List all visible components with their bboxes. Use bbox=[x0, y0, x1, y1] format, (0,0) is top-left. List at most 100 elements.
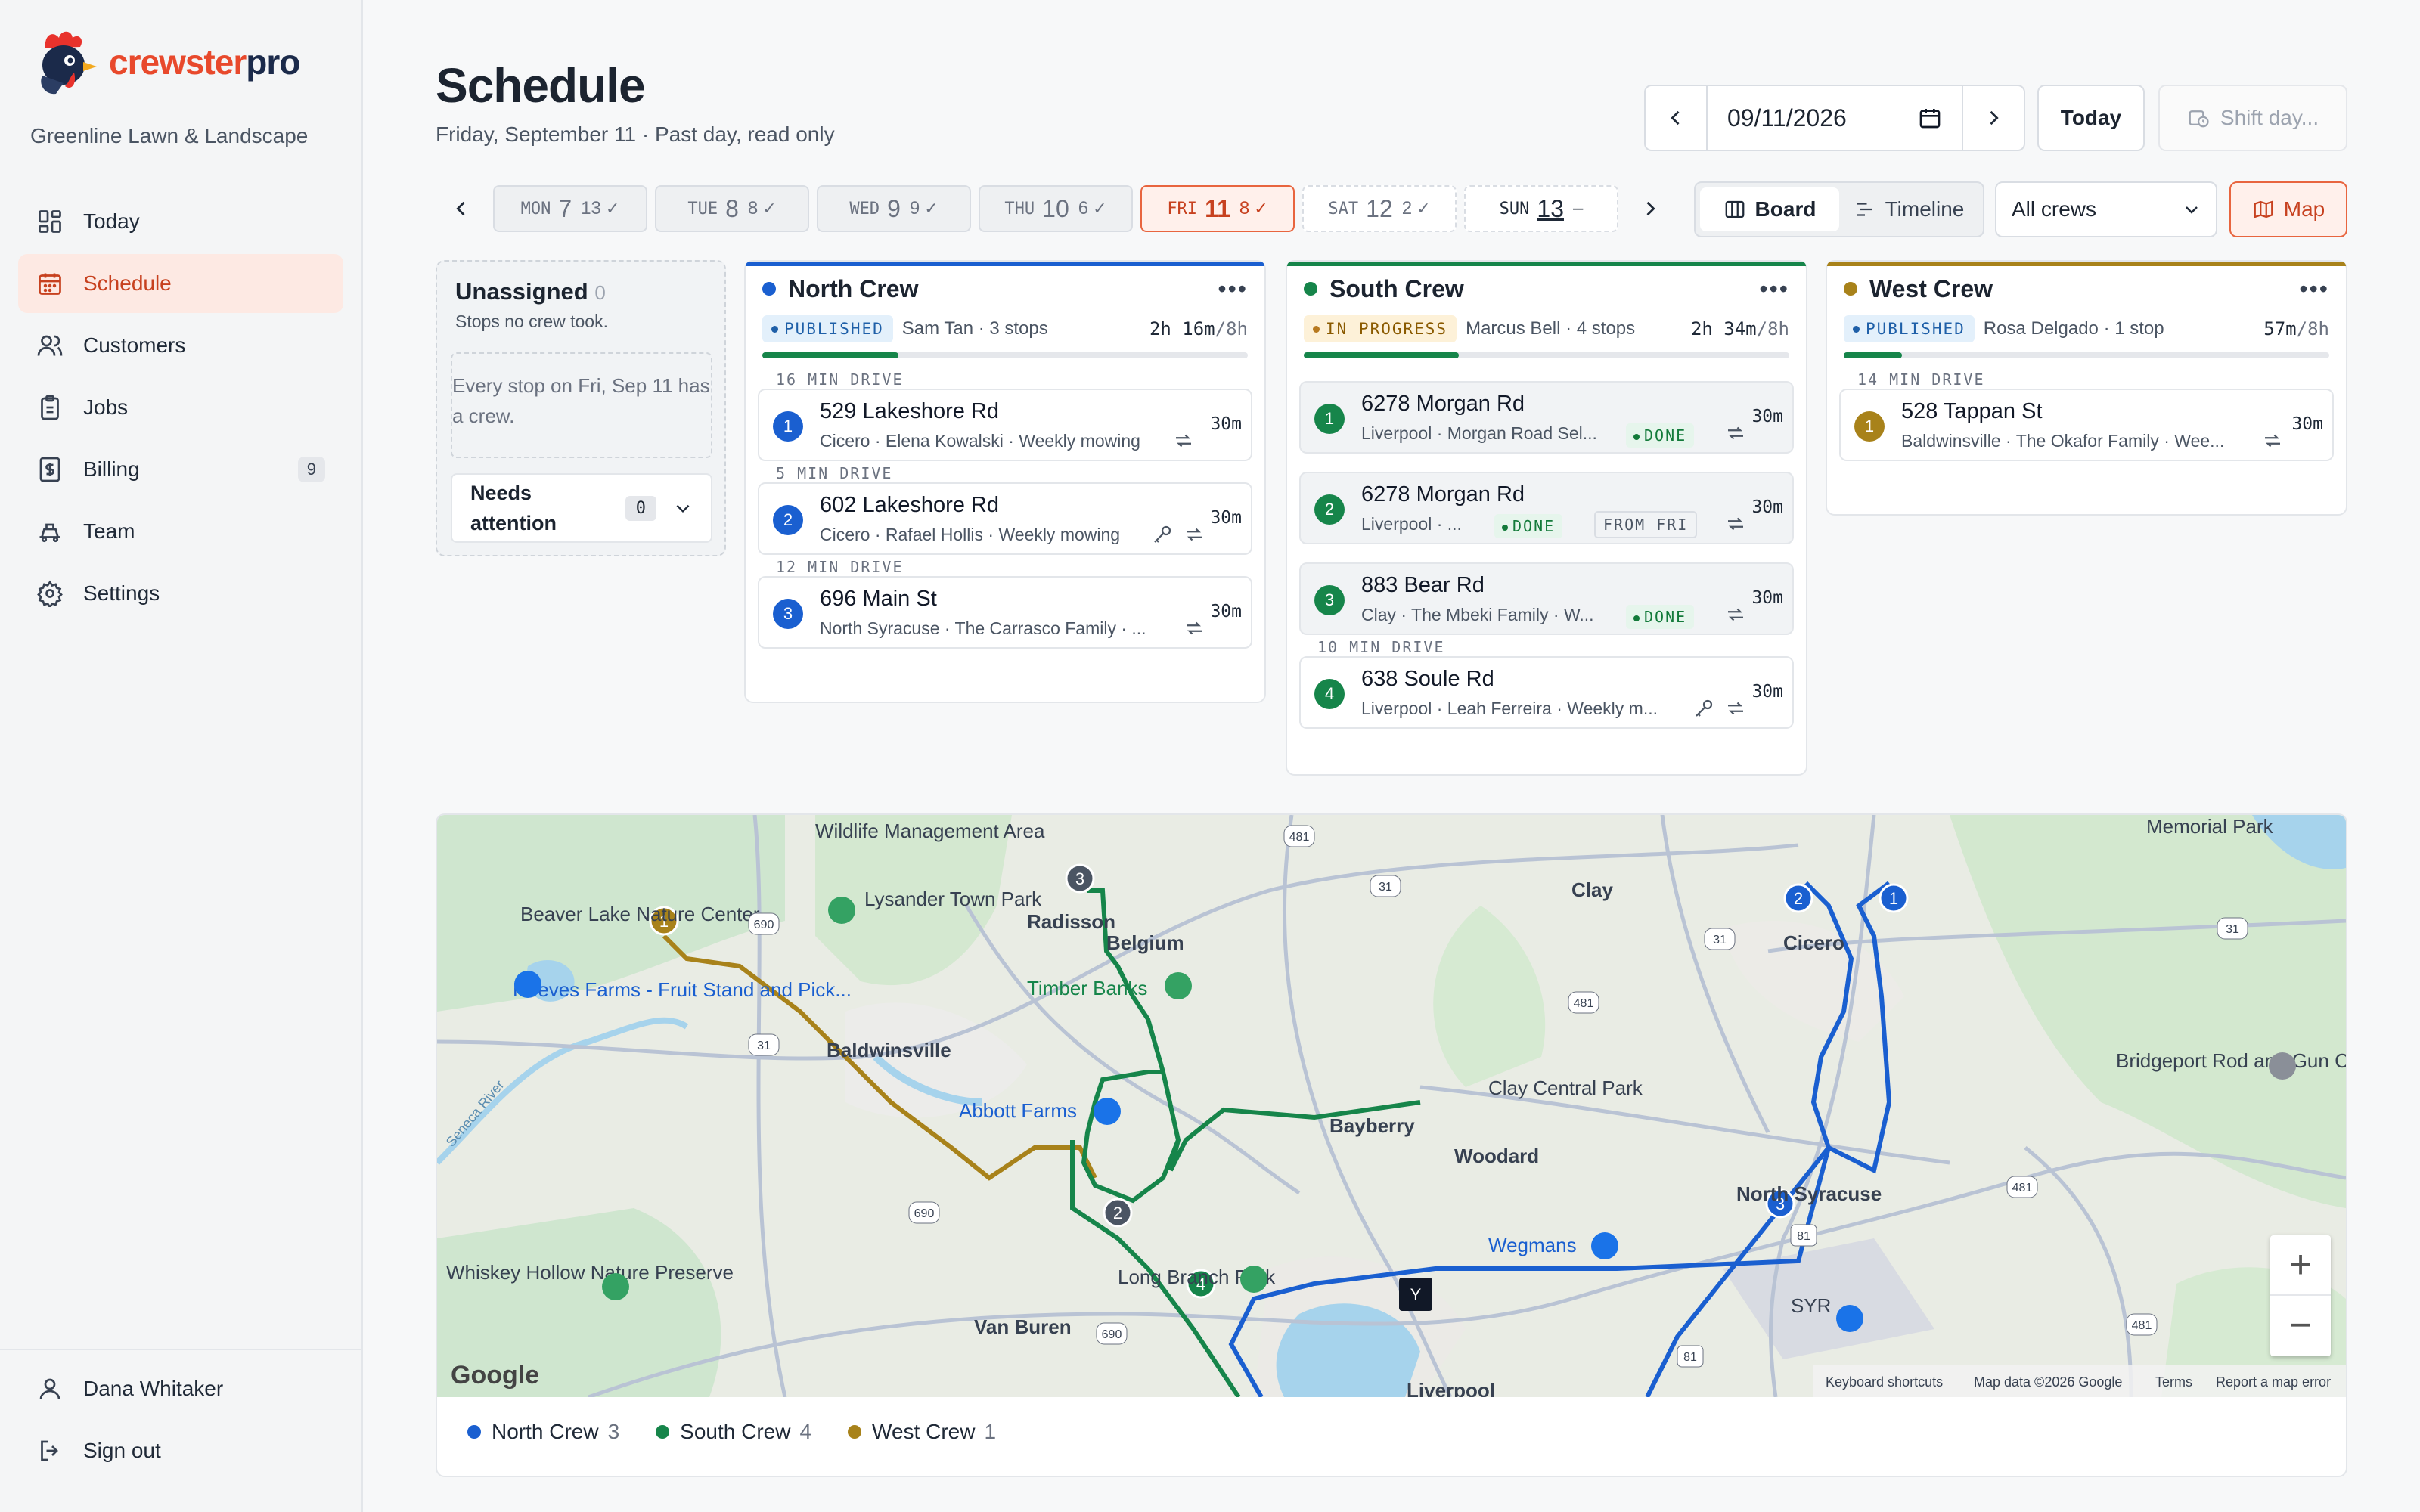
shift-day-button[interactable]: Shift day... bbox=[2158, 85, 2347, 151]
stop-card[interactable]: 2 602 Lakeshore Rd Cicero · Rafael Holli… bbox=[758, 482, 1252, 555]
legend-count: 4 bbox=[799, 1420, 812, 1443]
from-fri-tag: FROM FRI bbox=[1594, 511, 1698, 538]
stop-marker-south-3[interactable]: 3 bbox=[1065, 863, 1095, 894]
crew-column-north: North Crew ••• PUBLISHED Sam Tan · 3 sto… bbox=[744, 260, 1266, 703]
more-options-icon[interactable]: ••• bbox=[2299, 275, 2329, 303]
day-tab-sun[interactable]: SUN 13– bbox=[1464, 185, 1618, 232]
chevron-left-icon bbox=[1671, 110, 1680, 125]
stop-number: 3 bbox=[773, 599, 803, 629]
capacity-bar bbox=[1304, 352, 1789, 358]
day-tab-mon[interactable]: MON 7 13 ✓ bbox=[493, 185, 647, 232]
nav-item-jobs[interactable]: Jobs bbox=[18, 378, 343, 437]
board-view-button[interactable]: Board bbox=[1700, 187, 1839, 231]
crew-header: South Crew ••• bbox=[1287, 266, 1806, 311]
map-label: Wegmans bbox=[1488, 1234, 1577, 1256]
legend-item-north[interactable]: North Crew 3 bbox=[467, 1420, 619, 1444]
needs-attention-toggle[interactable]: Needs attention 0 bbox=[451, 473, 712, 543]
stop-marker-south-2[interactable]: 2 bbox=[1103, 1198, 1133, 1228]
sign-out-button[interactable]: Sign out bbox=[18, 1421, 343, 1480]
more-options-icon[interactable]: ••• bbox=[1218, 275, 1248, 303]
map-canvas[interactable]: 1 3 2 4 2 1 3 Y Wildlife Management Area… bbox=[437, 815, 2346, 1397]
day-tab-wed[interactable]: WED 9 9 ✓ bbox=[817, 185, 971, 232]
nav-item-settings[interactable]: Settings bbox=[18, 564, 343, 623]
park-poi-icon[interactable] bbox=[1165, 972, 1192, 999]
route-shield: 481 bbox=[2012, 1182, 2033, 1194]
brand-logo[interactable]: crewsterpro bbox=[30, 27, 300, 97]
nav-item-schedule[interactable]: Schedule bbox=[18, 254, 343, 313]
keyboard-shortcuts-link[interactable]: Keyboard shortcuts bbox=[1826, 1374, 1943, 1390]
date-picker: 09/11/2026 bbox=[1644, 85, 2025, 151]
map-label: Belgium bbox=[1106, 931, 1184, 954]
nav-item-team[interactable]: Team bbox=[18, 502, 343, 561]
park-poi-icon[interactable] bbox=[602, 1273, 629, 1300]
done-text: DONE bbox=[1644, 426, 1687, 445]
stop-marker-north-2[interactable]: 2 bbox=[1783, 883, 1813, 913]
crew-filter-value: All crews bbox=[2012, 197, 2097, 221]
legend-count: 3 bbox=[607, 1420, 620, 1443]
day-tab-thu[interactable]: THU 10 6 ✓ bbox=[979, 185, 1133, 232]
stop-marker-north-1[interactable]: 1 bbox=[1879, 883, 1909, 913]
crew-filter-select[interactable]: All crews bbox=[1995, 181, 2217, 237]
shopping-poi-icon[interactable] bbox=[1591, 1232, 1618, 1259]
gun-club-poi-icon[interactable] bbox=[2269, 1052, 2296, 1080]
airport-poi-icon[interactable] bbox=[1836, 1305, 1863, 1332]
legend-item-west[interactable]: West Crew 1 bbox=[848, 1420, 996, 1444]
home-base-label: Y bbox=[1410, 1285, 1422, 1304]
stop-card[interactable]: 1 528 Tappan St Baldwinsville · The Okaf… bbox=[1839, 389, 2334, 461]
home-base-marker[interactable]: Y bbox=[1399, 1278, 1432, 1311]
prev-week-button[interactable] bbox=[451, 197, 472, 221]
date-input[interactable]: 09/11/2026 bbox=[1708, 86, 1962, 150]
stop-card[interactable]: 1 6278 Morgan Rd Liverpool · Morgan Road… bbox=[1299, 381, 1794, 454]
next-day-button[interactable] bbox=[1962, 86, 2024, 150]
user-profile[interactable]: Dana Whitaker bbox=[18, 1359, 343, 1418]
timeline-icon bbox=[1857, 203, 1872, 216]
shopping-poi-icon[interactable] bbox=[1094, 1098, 1121, 1125]
next-week-button[interactable] bbox=[1640, 197, 1661, 221]
stop-card[interactable]: 3 883 Bear Rd Clay · The Mbeki Family · … bbox=[1299, 562, 1794, 635]
recurring-icon bbox=[1728, 517, 1743, 531]
map-toggle-button[interactable]: Map bbox=[2229, 181, 2347, 237]
zoom-out-button[interactable]: − bbox=[2270, 1296, 2331, 1355]
check-icon: ✓ bbox=[1093, 199, 1107, 218]
more-options-icon[interactable]: ••• bbox=[1759, 275, 1789, 303]
stop-address: 638 Soule Rd bbox=[1361, 667, 1494, 691]
crew-lead: Rosa Delgado · 1 stop bbox=[1983, 318, 2164, 339]
nav-item-customers[interactable]: Customers bbox=[18, 316, 343, 375]
map-label: Wildlife Management Area bbox=[815, 820, 1045, 842]
unassigned-title: Unassigned 0 bbox=[455, 278, 606, 305]
map-label: Beaver Lake Nature Center bbox=[520, 903, 760, 925]
crew-duration: 2h 16m/8h bbox=[1150, 318, 1248, 339]
stop-number: 1 bbox=[1854, 411, 1885, 442]
map-icon bbox=[2254, 200, 2273, 218]
stop-card[interactable]: 2 6278 Morgan Rd Liverpool · ... DONE FR… bbox=[1299, 472, 1794, 544]
park-poi-icon[interactable] bbox=[1240, 1266, 1267, 1293]
stop-card[interactable]: 4 638 Soule Rd Liverpool · Leah Ferreira… bbox=[1299, 656, 1794, 729]
check-icon: ✓ bbox=[605, 199, 620, 218]
park-poi-icon[interactable] bbox=[828, 897, 855, 924]
stop-card[interactable]: 3 696 Main St North Syracuse · The Carra… bbox=[758, 576, 1252, 649]
invoice-icon bbox=[39, 457, 60, 482]
status-badge: IN PROGRESS bbox=[1304, 315, 1457, 342]
calendar-icon[interactable] bbox=[1918, 106, 1942, 130]
prev-day-button[interactable] bbox=[1646, 86, 1708, 150]
legend-item-south[interactable]: South Crew 4 bbox=[656, 1420, 811, 1444]
report-error-link[interactable]: Report a map error bbox=[2216, 1374, 2331, 1390]
shopping-poi-icon[interactable] bbox=[514, 971, 541, 998]
day-dow: TUE bbox=[687, 199, 718, 218]
page-title: Schedule bbox=[436, 58, 646, 113]
day-tab-fri[interactable]: FRI 11 8 ✓ bbox=[1140, 185, 1295, 232]
nav-item-billing[interactable]: Billing 9 bbox=[18, 440, 343, 499]
zoom-in-button[interactable]: + bbox=[2270, 1235, 2331, 1296]
terms-link[interactable]: Terms bbox=[2155, 1374, 2192, 1390]
main-nav: Today Schedule Customers Jobs Billing 9 bbox=[18, 192, 343, 626]
timeline-view-button[interactable]: Timeline bbox=[1839, 187, 1978, 231]
route-shield: 690 bbox=[914, 1207, 935, 1220]
done-tag: DONE bbox=[1626, 423, 1695, 448]
stop-card[interactable]: 1 529 Lakeshore Rd Cicero · Elena Kowals… bbox=[758, 389, 1252, 461]
route-shield: 690 bbox=[754, 919, 774, 931]
today-button[interactable]: Today bbox=[2037, 85, 2145, 151]
unassigned-subtitle: Stops no crew took. bbox=[455, 311, 608, 331]
day-tab-sat[interactable]: SAT 12 2 ✓ bbox=[1302, 185, 1457, 232]
nav-item-today[interactable]: Today bbox=[18, 192, 343, 251]
day-tab-tue[interactable]: TUE 8 8 ✓ bbox=[655, 185, 809, 232]
